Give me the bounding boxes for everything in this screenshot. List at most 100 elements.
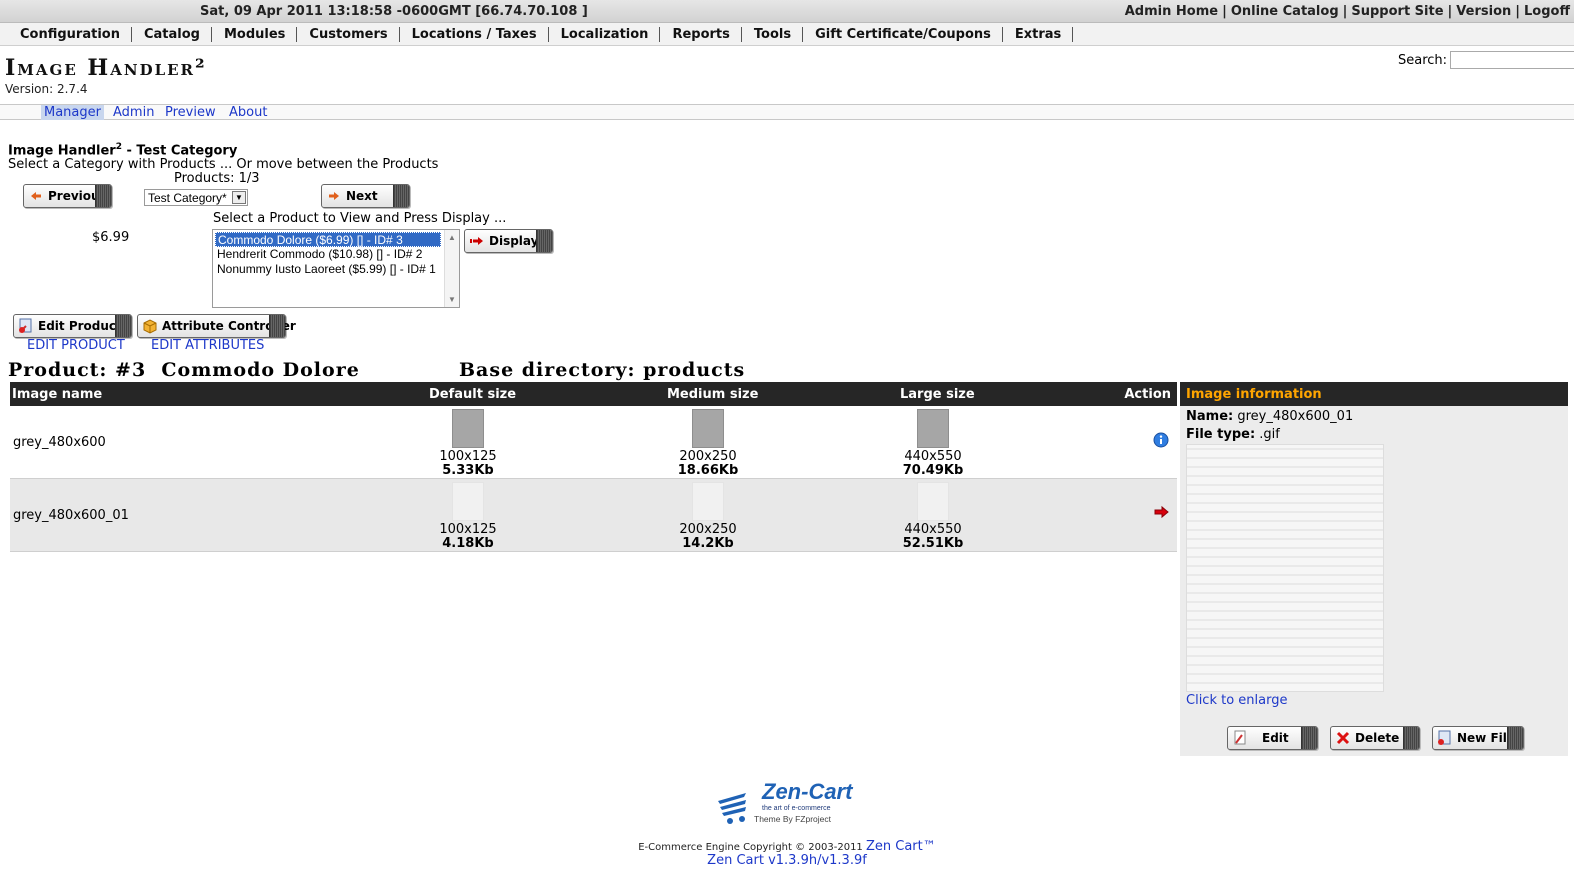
image-info-panel: Image information Name: grey_480x600_01 … bbox=[1180, 382, 1568, 756]
svg-text:the art of e-commerce: the art of e-commerce bbox=[762, 805, 831, 812]
menu-catalog[interactable]: Catalog bbox=[132, 26, 212, 42]
medium-size-cell: 200x250 14.2Kb bbox=[648, 482, 768, 551]
svg-text:Theme By FZproject: Theme By FZproject bbox=[754, 814, 832, 824]
svg-text:Zen-Cart: Zen-Cart bbox=[761, 779, 854, 804]
arrow-right-icon bbox=[326, 188, 342, 204]
image-thumbnail[interactable] bbox=[452, 409, 484, 448]
edit-attributes-link[interactable]: EDIT ATTRIBUTES bbox=[151, 338, 264, 353]
listbox-scrollbar[interactable]: ▲ ▼ bbox=[444, 230, 459, 307]
arrow-right-icon[interactable] bbox=[1153, 505, 1169, 523]
menu-extras[interactable]: Extras bbox=[1003, 26, 1074, 42]
footer-version: Zen Cart v1.3.9h/v1.3.9f bbox=[0, 853, 1574, 868]
new-file-button[interactable]: New File bbox=[1432, 726, 1524, 750]
menu-localization[interactable]: Localization bbox=[549, 26, 661, 42]
support-site-link[interactable]: Support Site bbox=[1351, 4, 1443, 19]
edit-product-button[interactable]: Edit Product bbox=[13, 314, 132, 338]
zen-cart-version-link[interactable]: Zen Cart v1.3.9h/v1.3.9f bbox=[707, 853, 867, 868]
menu-locations-taxes[interactable]: Locations / Taxes bbox=[400, 26, 549, 42]
column-header: Medium size bbox=[667, 387, 759, 402]
menu-gift-certificates[interactable]: Gift Certificate/Coupons bbox=[803, 26, 1003, 42]
column-header: Large size bbox=[900, 387, 975, 402]
chevron-down-icon: ▼ bbox=[232, 191, 246, 204]
medium-size-cell: 200x250 18.66Kb bbox=[648, 409, 768, 478]
sub-tabs: Manager Admin Preview About bbox=[0, 104, 1574, 120]
footer-copyright: E-Commerce Engine Copyright © 2003-2011 … bbox=[638, 839, 936, 854]
product-option[interactable]: Hendrerit Commodo ($10.98) [] - ID# 2 bbox=[213, 247, 443, 262]
default-size-cell: 100x125 5.33Kb bbox=[408, 409, 528, 478]
search-label: Search: bbox=[1398, 53, 1448, 68]
online-catalog-link[interactable]: Online Catalog bbox=[1231, 4, 1339, 19]
image-info-type: File type: .gif bbox=[1186, 427, 1280, 442]
image-thumbnail[interactable] bbox=[917, 482, 949, 521]
section-subtitle: Select a Category with Products ... Or m… bbox=[8, 157, 439, 172]
zen-cart-logo[interactable]: Zen-Cart the art of e-commerce Theme By … bbox=[716, 779, 866, 827]
products-count: Products: 1/3 bbox=[174, 171, 260, 186]
menu-tools[interactable]: Tools bbox=[742, 26, 804, 42]
image-thumbnail[interactable] bbox=[452, 482, 484, 521]
tab-preview[interactable]: Preview bbox=[165, 105, 216, 120]
image-thumbnail[interactable] bbox=[917, 409, 949, 448]
product-option[interactable]: Commodo Dolore ($6.99) [] - ID# 3 bbox=[215, 232, 441, 247]
scroll-up-icon[interactable]: ▲ bbox=[448, 233, 456, 242]
attribute-controller-button[interactable]: Attribute Controller bbox=[137, 314, 296, 338]
admin-home-link[interactable]: Admin Home bbox=[1125, 4, 1218, 19]
next-button[interactable]: Next bbox=[321, 184, 410, 208]
image-name: grey_480x600 bbox=[13, 435, 106, 450]
product-listbox[interactable]: Commodo Dolore ($6.99) [] - ID# 3 Hendre… bbox=[212, 229, 460, 308]
product-select-hint: Select a Product to View and Press Displ… bbox=[213, 211, 507, 226]
zen-cart-link[interactable]: Zen Cart™ bbox=[866, 839, 936, 854]
top-status-bar: Sat, 09 Apr 2011 13:18:58 -0600GMT [66.7… bbox=[0, 0, 1574, 23]
table-row[interactable]: grey_480x600 100x125 5.33Kb 200x250 18.6… bbox=[10, 406, 1177, 479]
tab-about[interactable]: About bbox=[229, 105, 267, 120]
product-heading: Product: #3 Commodo Dolore bbox=[8, 359, 360, 381]
large-size-cell: 440x550 52.51Kb bbox=[873, 482, 993, 551]
top-links: Admin Home | Online Catalog | Support Site | V… bbox=[1124, 4, 1570, 19]
table-row[interactable]: grey_480x600_01 100x125 4.18Kb 200x250 1… bbox=[10, 479, 1177, 552]
column-header: Default size bbox=[429, 387, 517, 402]
version-text: Version: 2.7.4 bbox=[5, 82, 88, 96]
page-title: Image Handler² bbox=[5, 55, 207, 81]
edit-product-icon bbox=[18, 318, 34, 334]
table-header: Image name Default size Medium size Larg… bbox=[10, 382, 1177, 406]
tab-admin[interactable]: Admin bbox=[113, 105, 154, 120]
category-select[interactable]: Test Category* ▼ bbox=[144, 189, 248, 206]
previous-button[interactable]: Previous bbox=[23, 184, 112, 208]
tab-manager[interactable]: Manager bbox=[41, 105, 104, 120]
product-option[interactable]: Nonummy Iusto Laoreet ($5.99) [] - ID# 1 bbox=[213, 262, 443, 277]
box-icon bbox=[142, 318, 158, 334]
menu-reports[interactable]: Reports bbox=[660, 26, 742, 42]
image-name: grey_480x600_01 bbox=[13, 508, 129, 523]
delete-image-button[interactable]: Delete bbox=[1330, 726, 1420, 750]
info-icon[interactable] bbox=[1153, 432, 1169, 452]
scroll-down-icon[interactable]: ▼ bbox=[448, 295, 456, 304]
delete-icon bbox=[1335, 730, 1351, 746]
click-to-enlarge-link[interactable]: Click to enlarge bbox=[1186, 693, 1287, 708]
image-info-name: Name: grey_480x600_01 bbox=[1186, 409, 1354, 424]
display-button[interactable]: Display bbox=[464, 229, 553, 253]
arrow-left-icon bbox=[28, 188, 44, 204]
image-info-title: Image information bbox=[1180, 382, 1568, 406]
version-link[interactable]: Version bbox=[1456, 4, 1511, 19]
server-datetime: Sat, 09 Apr 2011 13:18:58 -0600GMT [66.7… bbox=[200, 4, 588, 19]
column-header: Action bbox=[1124, 387, 1171, 402]
large-size-cell: 440x550 70.49Kb bbox=[873, 409, 993, 478]
base-directory-heading: Base directory: products bbox=[459, 359, 746, 381]
menu-customers[interactable]: Customers bbox=[297, 26, 400, 42]
section-title: Image Handler2 - Test Category bbox=[8, 142, 238, 159]
search-area: Search: bbox=[1398, 51, 1574, 69]
image-thumbnail[interactable] bbox=[692, 482, 724, 521]
product-price: $6.99 bbox=[92, 230, 130, 245]
new-file-icon bbox=[1437, 730, 1453, 746]
logoff-link[interactable]: Logoff bbox=[1524, 4, 1570, 19]
menu-configuration[interactable]: Configuration bbox=[8, 26, 132, 42]
menu-modules[interactable]: Modules bbox=[212, 26, 298, 42]
image-thumbnail[interactable] bbox=[692, 409, 724, 448]
edit-icon bbox=[1232, 730, 1248, 746]
search-input[interactable] bbox=[1450, 51, 1574, 69]
edit-product-link[interactable]: EDIT PRODUCT bbox=[27, 338, 125, 353]
edit-image-button[interactable]: Edit bbox=[1227, 726, 1318, 750]
image-preview[interactable] bbox=[1186, 444, 1384, 692]
arrow-right-icon bbox=[469, 233, 485, 249]
default-size-cell: 100x125 4.18Kb bbox=[408, 482, 528, 551]
main-menu: Configuration Catalog Modules Customers … bbox=[0, 23, 1574, 46]
